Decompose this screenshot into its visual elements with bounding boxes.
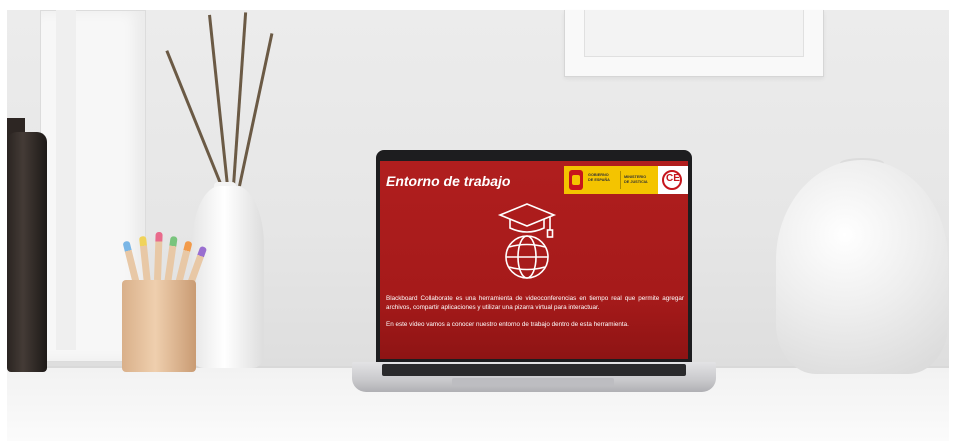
ministerio-line-1: MINISTERIO xyxy=(624,175,647,179)
graduation-globe-icon xyxy=(497,203,557,279)
textured-ceramic-vase xyxy=(776,160,948,374)
laptop-screen-slide: Entorno de trabajo GOBIERNO DE ESPAÑA MI… xyxy=(380,161,688,359)
dark-bottle xyxy=(7,132,47,372)
ministerio-text: MINISTERIO DE JUSTICIA xyxy=(624,175,654,184)
white-vase xyxy=(192,186,264,368)
left-frame-inner xyxy=(56,10,76,350)
laptop-desk-scene: Entorno de trabajo GOBIERNO DE ESPAÑA MI… xyxy=(0,0,956,441)
laptop-keyboard xyxy=(382,364,686,376)
logo-separator xyxy=(620,171,621,189)
ministerio-line-2: DE JUSTICIA xyxy=(624,179,648,184)
slide-paragraph-2: En este vídeo vamos a conocer nuestro en… xyxy=(386,321,629,328)
ce-logo-text: CE xyxy=(666,173,680,184)
wooden-pencil-cup xyxy=(122,280,196,372)
gobierno-espana-logo: GOBIERNO DE ESPAÑA MINISTERIO DE JUSTICI… xyxy=(564,166,658,194)
crest-detail xyxy=(572,175,580,185)
gobierno-text: GOBIERNO DE ESPAÑA xyxy=(588,173,614,182)
ce-logo-icon: CE xyxy=(662,170,682,190)
gobierno-line-2: DE ESPAÑA xyxy=(588,177,610,182)
top-frame-inner xyxy=(584,10,804,57)
laptop-trackpad xyxy=(452,378,614,386)
gobierno-line-1: GOBIERNO xyxy=(588,173,609,177)
slide-title: Entorno de trabajo xyxy=(386,173,511,189)
slide-paragraph-1: Blackboard Collaborate es una herramient… xyxy=(386,295,684,311)
